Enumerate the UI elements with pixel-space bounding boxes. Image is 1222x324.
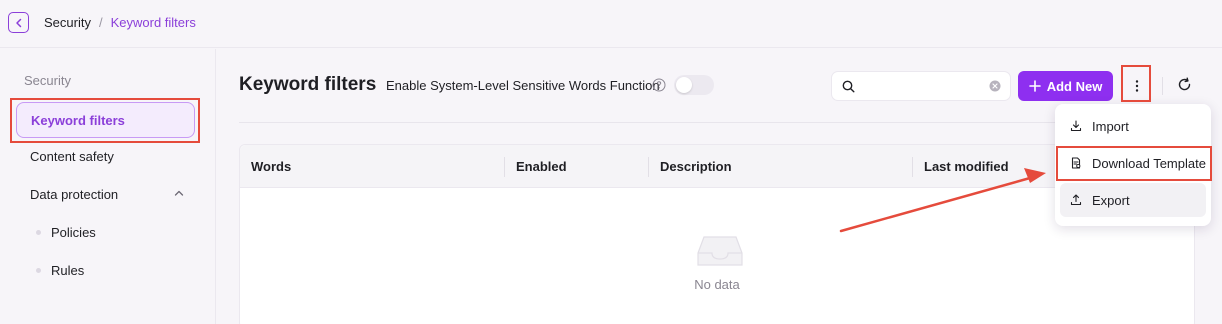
menu-item-label: Download Template	[1092, 155, 1206, 171]
more-options-menu: Import Download Template Export	[1055, 104, 1211, 226]
bullet-dot	[36, 230, 41, 235]
template-icon	[1071, 157, 1081, 169]
plus-icon	[1028, 80, 1041, 92]
add-new-button[interactable]: Add New	[1018, 71, 1113, 101]
toggle-knob	[676, 77, 692, 93]
refresh-icon[interactable]	[1177, 77, 1192, 92]
help-circle-icon[interactable]	[652, 78, 666, 92]
sidebar-subitem-label: Policies	[51, 225, 96, 240]
column-header-last-modified[interactable]: Last modified	[924, 159, 1009, 174]
sidebar-group-label: Security	[24, 73, 71, 88]
empty-inbox-icon	[697, 236, 743, 266]
menu-item-label: Export	[1092, 192, 1130, 208]
bullet-dot	[36, 268, 41, 273]
back-button[interactable]	[8, 12, 29, 33]
breadcrumb-separator: /	[98, 15, 103, 30]
search-icon	[842, 80, 855, 93]
sidebar-subitem-policies[interactable]: Policies	[36, 225, 96, 240]
menu-item-export[interactable]: Export	[1060, 183, 1206, 217]
column-header-description[interactable]: Description	[660, 159, 732, 174]
search-box[interactable]	[831, 71, 1011, 101]
sensitive-words-toggle[interactable]	[674, 75, 714, 95]
column-divider	[648, 157, 649, 177]
chevron-left-icon	[15, 18, 21, 27]
sidebar-item-label: Keyword filters	[31, 112, 125, 128]
breadcrumb-security[interactable]: Security	[44, 15, 91, 30]
keyword-table: Words Enabled Description Last modified …	[239, 144, 1195, 324]
more-vertical-icon	[1135, 80, 1139, 92]
more-options-button[interactable]	[1123, 71, 1151, 101]
sidebar-item-data-protection[interactable]: Data protection	[16, 176, 195, 212]
column-divider	[504, 157, 505, 177]
sidebar-item-keyword-filters[interactable]: Keyword filters	[16, 102, 195, 138]
chevron-up-icon[interactable]	[173, 187, 185, 199]
sidebar-subitem-rules[interactable]: Rules	[36, 263, 84, 278]
header-divider	[239, 122, 1069, 123]
clear-icon[interactable]	[989, 80, 1001, 92]
top-bar: Security / Keyword filters	[0, 0, 1222, 48]
column-header-enabled[interactable]: Enabled	[516, 159, 567, 174]
export-icon	[1070, 194, 1082, 206]
menu-item-download-template[interactable]: Download Template	[1060, 146, 1206, 180]
table-header: Words Enabled Description Last modified	[240, 145, 1194, 188]
menu-item-import[interactable]: Import	[1060, 109, 1206, 143]
toolbar-divider	[1162, 77, 1163, 95]
sidebar: Security Keyword filters Content safety …	[0, 49, 216, 324]
sidebar-item-content-safety[interactable]: Content safety	[16, 138, 195, 174]
page-title: Keyword filters	[239, 74, 377, 95]
breadcrumb: Security / Keyword filters	[44, 15, 196, 30]
menu-item-label: Import	[1092, 118, 1129, 134]
column-header-words[interactable]: Words	[251, 159, 291, 174]
sidebar-item-label: Data protection	[30, 186, 119, 202]
toggle-label: Enable System-Level Sensitive Words Func…	[386, 78, 660, 93]
column-divider	[912, 157, 913, 177]
import-icon	[1070, 120, 1082, 132]
empty-state-text: No data	[694, 277, 740, 292]
sidebar-item-label: Content safety	[30, 148, 114, 164]
add-new-label: Add New	[1046, 78, 1103, 94]
breadcrumb-current: Keyword filters	[110, 15, 196, 30]
sidebar-subitem-label: Rules	[51, 263, 85, 278]
search-input[interactable]	[862, 77, 982, 95]
